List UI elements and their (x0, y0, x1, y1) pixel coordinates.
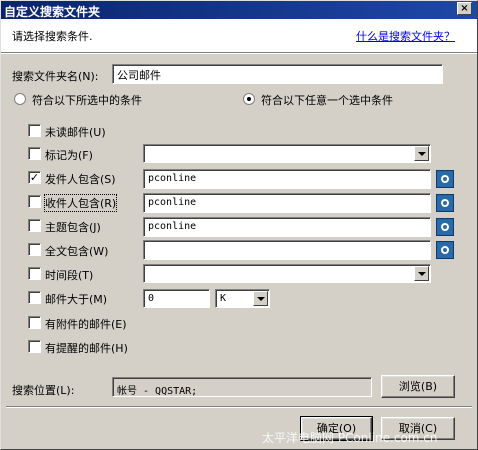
flagged-label: 标记为(F) (45, 149, 93, 162)
match-any-label: 符合以下任意一个选中条件 (261, 94, 393, 107)
header-divider (0, 52, 478, 54)
fulltext-input[interactable] (143, 240, 431, 260)
attachment-label: 有附件的邮件(E) (45, 318, 127, 331)
folder-name-input[interactable]: 公司邮件 (112, 64, 443, 84)
chevron-down-icon[interactable] (253, 291, 268, 306)
instruction-text: 请选择搜索条件. (12, 30, 93, 43)
footer-divider (6, 406, 472, 408)
size-input[interactable]: 0 (143, 289, 210, 308)
unread-label: 未读邮件(U) (45, 126, 106, 139)
unread-checkbox[interactable] (28, 124, 41, 137)
header-panel: 请选择搜索条件. 什么是搜索文件夹？ (0, 19, 478, 52)
location-label: 搜索位置(L): (12, 384, 75, 397)
address-book-icon[interactable] (436, 170, 454, 188)
flag-select[interactable] (143, 144, 431, 163)
browse-button[interactable]: 浏览(B) (381, 375, 455, 398)
attachment-checkbox[interactable] (28, 316, 41, 329)
address-book-icon[interactable] (436, 241, 454, 259)
folder-name-label: 搜索文件夹名(N): (12, 70, 99, 83)
chevron-down-icon[interactable] (414, 146, 429, 161)
time-range-select[interactable] (143, 264, 431, 283)
flagged-checkbox[interactable] (28, 147, 41, 160)
match-all-label: 符合以下所选中的条件 (32, 94, 142, 107)
time-range-checkbox[interactable] (28, 267, 41, 280)
fulltext-checkbox[interactable] (28, 243, 41, 256)
close-icon: × (460, 3, 469, 14)
subject-input[interactable]: pconline (143, 217, 431, 237)
subject-checkbox[interactable] (28, 219, 41, 232)
subject-label: 主题包含(J) (45, 221, 101, 234)
help-link[interactable]: 什么是搜索文件夹？ (356, 28, 455, 44)
reminder-label: 有提醒的邮件(H) (45, 342, 128, 355)
recipient-input[interactable]: pconline (143, 193, 431, 213)
size-checkbox[interactable] (28, 291, 41, 304)
watermark-text: 太平洋电脑网 PConline.com.cn (262, 431, 438, 445)
address-book-icon[interactable] (436, 194, 454, 212)
title-bar: 自定义搜索文件夹 × (0, 0, 478, 19)
match-any-radio[interactable] (243, 93, 255, 105)
fulltext-label: 全文包含(W) (45, 245, 109, 258)
time-range-label: 时间段(T) (45, 269, 94, 282)
location-field: 帐号 - QQSTAR; (112, 377, 372, 397)
close-button[interactable]: × (457, 2, 472, 15)
size-unit-select[interactable]: K (215, 289, 270, 308)
sender-input[interactable]: pconline (143, 169, 431, 189)
recipient-checkbox[interactable] (28, 195, 41, 208)
window-title: 自定义搜索文件夹 (4, 5, 101, 19)
recipient-label: 收件人包含(R) (43, 194, 118, 212)
match-all-radio[interactable] (14, 93, 26, 105)
address-book-icon[interactable] (436, 218, 454, 236)
reminder-checkbox[interactable] (28, 340, 41, 353)
size-unit-value: K (220, 293, 227, 304)
chevron-down-icon[interactable] (414, 266, 429, 281)
sender-label: 发件人包含(S) (45, 173, 116, 186)
sender-checkbox[interactable]: ✓ (28, 171, 41, 184)
size-label: 邮件大于(M) (45, 293, 108, 306)
